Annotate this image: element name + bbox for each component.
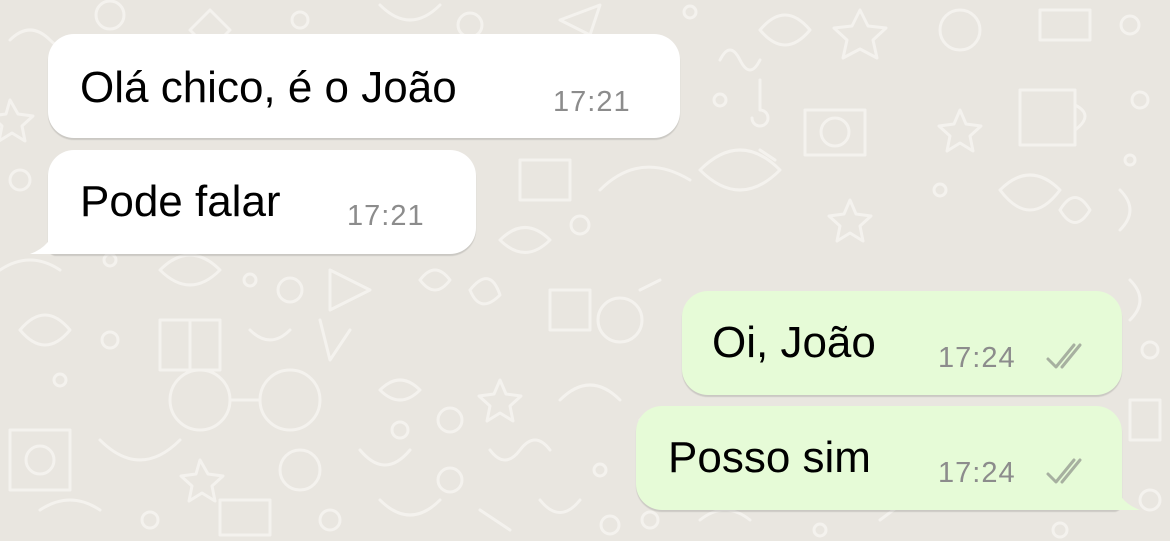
double-check-icon <box>1046 458 1082 484</box>
message-text: Pode falar <box>80 177 281 226</box>
message-timestamp: 17:24 <box>938 342 1016 374</box>
message-bubble-outgoing[interactable]: Oi, João 17:24 <box>682 291 1122 395</box>
double-check-icon <box>1046 343 1082 369</box>
message-timestamp: 17:24 <box>938 457 1016 489</box>
bubble-tail <box>30 224 56 254</box>
bubble-tail <box>1114 480 1140 510</box>
message-bubble-incoming[interactable]: Olá chico, é o João 17:21 <box>48 34 680 138</box>
message-text: Olá chico, é o João <box>80 63 457 112</box>
message-timestamp: 17:21 <box>553 86 631 118</box>
message-timestamp: 17:21 <box>347 200 425 232</box>
message-text: Oi, João <box>712 318 876 367</box>
message-bubble-outgoing[interactable]: Posso sim 17:24 <box>636 406 1140 510</box>
message-bubble-incoming[interactable]: Pode falar 17:21 <box>30 150 476 254</box>
message-text: Posso sim <box>668 433 871 482</box>
chat-area[interactable]: Olá chico, é o João 17:21 Pode falar 17:… <box>0 0 1170 541</box>
